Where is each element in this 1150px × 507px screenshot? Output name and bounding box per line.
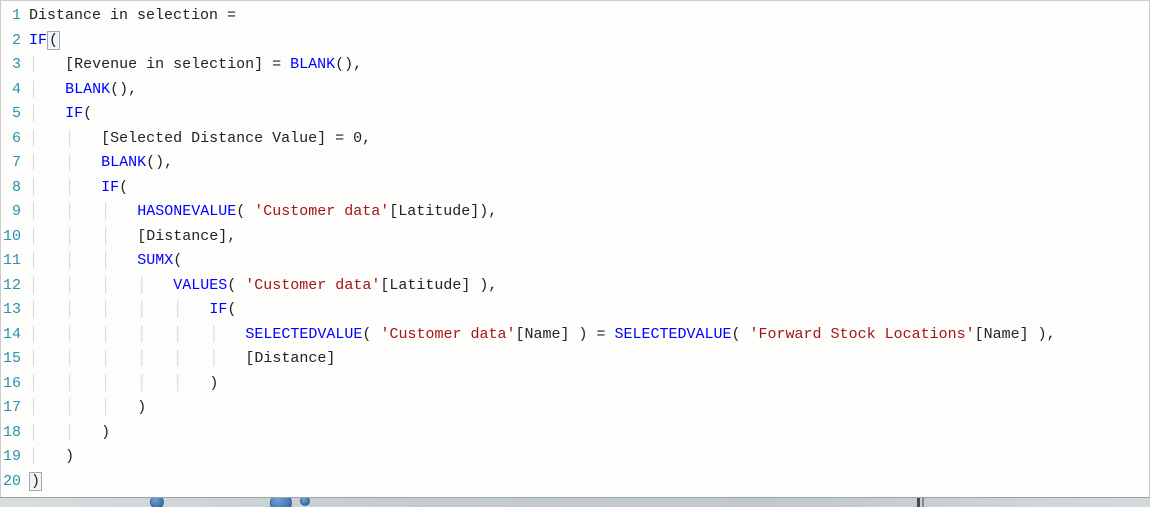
code-line[interactable]: │ │ │ │ VALUES( 'Customer data'[Latitude… bbox=[29, 274, 1149, 299]
code-line[interactable]: │ │ │ [Distance], bbox=[29, 225, 1149, 250]
line-number: 4 bbox=[3, 78, 21, 103]
code-line[interactable]: │ │ │ │ │ ) bbox=[29, 372, 1149, 397]
token-plain: ( bbox=[227, 301, 236, 318]
line-number: 2 bbox=[3, 29, 21, 54]
code-line[interactable]: Distance in selection = bbox=[29, 4, 1149, 29]
code-line[interactable]: IF( bbox=[29, 29, 1149, 54]
token-plain: ) bbox=[65, 448, 74, 465]
code-line[interactable]: ) bbox=[29, 470, 1149, 495]
window-bottom-decoration bbox=[0, 497, 1150, 507]
code-line[interactable]: │ │ │ SUMX( bbox=[29, 249, 1149, 274]
token-plain: ( bbox=[732, 326, 750, 343]
token-plain: ) bbox=[137, 399, 146, 416]
token-kw: IF bbox=[101, 179, 119, 196]
token-plain: ( bbox=[119, 179, 128, 196]
token-plain: ) bbox=[101, 424, 110, 441]
token-str: 'Customer data' bbox=[245, 277, 380, 294]
line-number: 10 bbox=[3, 225, 21, 250]
line-number: 5 bbox=[3, 102, 21, 127]
token-plain: [Latitude]), bbox=[389, 203, 497, 220]
line-number: 17 bbox=[3, 396, 21, 421]
token-kw: VALUES bbox=[173, 277, 227, 294]
token-plain: ( bbox=[236, 203, 254, 220]
line-number: 7 bbox=[3, 151, 21, 176]
token-plain: [Name] ), bbox=[975, 326, 1056, 343]
token-plain: [Distance] bbox=[245, 350, 335, 367]
token-kw: IF bbox=[29, 32, 47, 49]
code-line[interactable]: │ │ [Selected Distance Value] = 0, bbox=[29, 127, 1149, 152]
line-number: 20 bbox=[3, 470, 21, 495]
token-kw: BLANK bbox=[290, 56, 335, 73]
line-number: 16 bbox=[3, 372, 21, 397]
line-number: 14 bbox=[3, 323, 21, 348]
token-plain: [Selected Distance Value] = 0, bbox=[101, 130, 371, 147]
code-line[interactable]: │ │ ) bbox=[29, 421, 1149, 446]
code-line[interactable]: │ │ │ │ │ │ [Distance] bbox=[29, 347, 1149, 372]
token-kw: IF bbox=[209, 301, 227, 318]
dax-code-editor[interactable]: 1234567891011121314151617181920 Distance… bbox=[0, 0, 1150, 507]
token-plain: (), bbox=[146, 154, 173, 171]
code-line[interactable]: │ ) bbox=[29, 445, 1149, 470]
line-number: 6 bbox=[3, 127, 21, 152]
token-plain: ( bbox=[173, 252, 182, 269]
token-str: 'Customer data' bbox=[254, 203, 389, 220]
token-plain: [Revenue in selection] = bbox=[65, 56, 290, 73]
token-kw: SELECTEDVALUE bbox=[245, 326, 362, 343]
line-number-gutter: 1234567891011121314151617181920 bbox=[1, 1, 27, 506]
token-plain: [Name] ) = bbox=[515, 326, 614, 343]
token-plain: (), bbox=[335, 56, 362, 73]
token-plain: ( bbox=[227, 277, 245, 294]
code-line[interactable]: │ │ IF( bbox=[29, 176, 1149, 201]
token-kw: HASONEVALUE bbox=[137, 203, 236, 220]
token-kw: SELECTEDVALUE bbox=[615, 326, 732, 343]
code-line[interactable]: │ │ │ HASONEVALUE( 'Customer data'[Latit… bbox=[29, 200, 1149, 225]
token-str: 'Forward Stock Locations' bbox=[750, 326, 975, 343]
token-kw: BLANK bbox=[101, 154, 146, 171]
token-kw: BLANK bbox=[65, 81, 110, 98]
line-number: 9 bbox=[3, 200, 21, 225]
line-number: 19 bbox=[3, 445, 21, 470]
line-number: 3 bbox=[3, 53, 21, 78]
token-kw: SUMX bbox=[137, 252, 173, 269]
line-number: 15 bbox=[3, 347, 21, 372]
token-plain: ( bbox=[362, 326, 380, 343]
code-line[interactable]: │ IF( bbox=[29, 102, 1149, 127]
code-line[interactable]: │ │ │ ) bbox=[29, 396, 1149, 421]
token-plain: [Latitude] ), bbox=[380, 277, 497, 294]
token-plain: ) bbox=[29, 472, 42, 491]
code-line[interactable]: │ │ │ │ │ IF( bbox=[29, 298, 1149, 323]
line-number: 1 bbox=[3, 4, 21, 29]
line-number: 12 bbox=[3, 274, 21, 299]
token-str: 'Customer data' bbox=[380, 326, 515, 343]
token-plain: [Distance], bbox=[137, 228, 236, 245]
code-line[interactable]: │ BLANK(), bbox=[29, 78, 1149, 103]
line-number: 8 bbox=[3, 176, 21, 201]
line-number: 11 bbox=[3, 249, 21, 274]
code-line[interactable]: │ │ │ │ │ │ SELECTEDVALUE( 'Customer dat… bbox=[29, 323, 1149, 348]
line-number: 13 bbox=[3, 298, 21, 323]
token-plain: ) bbox=[209, 375, 218, 392]
token-kw: IF bbox=[65, 105, 83, 122]
code-line[interactable]: │ │ BLANK(), bbox=[29, 151, 1149, 176]
line-number: 18 bbox=[3, 421, 21, 446]
token-plain: (), bbox=[110, 81, 137, 98]
token-plain: ( bbox=[83, 105, 92, 122]
token-plain: Distance in selection = bbox=[29, 7, 236, 24]
token-plain: ( bbox=[47, 31, 60, 50]
code-line[interactable]: │ [Revenue in selection] = BLANK(), bbox=[29, 53, 1149, 78]
code-area[interactable]: Distance in selection =IF(│ [Revenue in … bbox=[27, 1, 1149, 506]
